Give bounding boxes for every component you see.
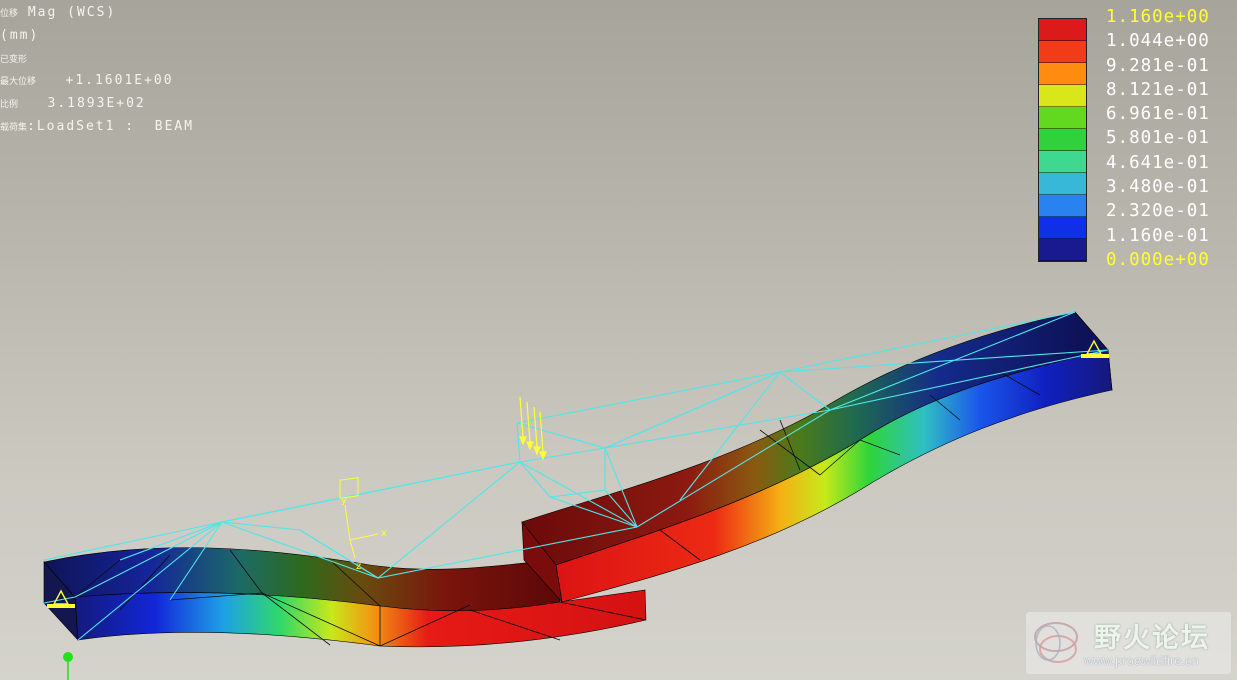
beam-right-top-face bbox=[521, 311, 1109, 566]
watermark-logo-icon bbox=[1034, 622, 1078, 663]
csys-z-label: z bbox=[356, 561, 361, 572]
watermark-url: www.proewildfire.cn bbox=[1084, 653, 1199, 668]
beam-right-front-face bbox=[555, 349, 1113, 603]
watermark-title: 野火论坛 bbox=[1094, 623, 1210, 654]
csys-x-label: x bbox=[381, 528, 387, 539]
origin-marker-icon bbox=[63, 652, 73, 680]
watermark: 野火论坛 www.proewildfire.cn bbox=[1026, 612, 1231, 674]
csys-y-label: y bbox=[341, 495, 347, 506]
model-viewport[interactable]: y x z bbox=[0, 0, 1237, 680]
coordinate-system-icon: y x z bbox=[339, 477, 387, 572]
